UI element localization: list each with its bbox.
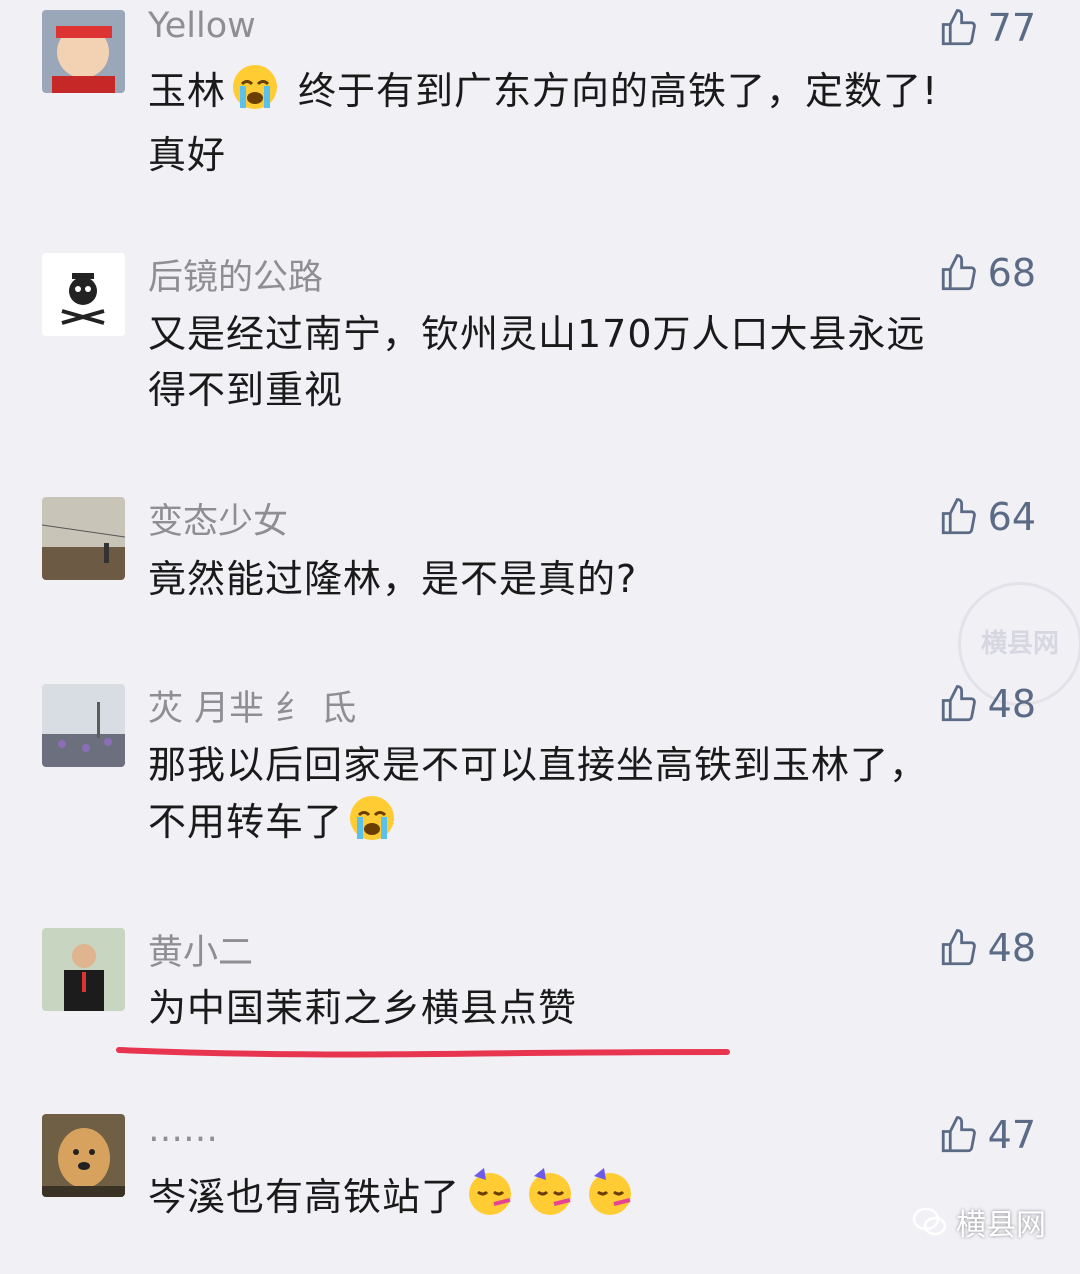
comment-text: 玉林 终于有到广东方向的高铁了，定数了! 真好 [148, 62, 1038, 183]
highlight-underline [116, 1047, 730, 1058]
avatar[interactable] [42, 928, 125, 1011]
partying-face-emoji [464, 1166, 516, 1233]
like-button[interactable]: 48 [938, 926, 1036, 970]
avatar[interactable] [42, 10, 125, 93]
avatar[interactable] [42, 684, 125, 767]
like-button[interactable]: 48 [938, 682, 1036, 726]
thumbs-up-icon [941, 685, 976, 722]
thumbs-up-icon [941, 254, 976, 291]
comment-text: 又是经过南宁，钦州灵山170万人口大县永远 得不到重视 [148, 312, 926, 412]
comment-text: 岑溪也有高铁站了 [148, 1166, 1038, 1233]
loudly-crying-face-emoji [230, 62, 280, 127]
like-button[interactable]: 68 [938, 251, 1036, 295]
avatar[interactable] [42, 1114, 125, 1197]
like-count: 68 [987, 251, 1036, 295]
partying-face-emoji [584, 1166, 636, 1233]
like-count: 48 [987, 926, 1036, 970]
brand-watermark: 横县网 [912, 1200, 1046, 1244]
username[interactable]: 变态少女 [148, 493, 288, 544]
username[interactable]: Yellow [148, 6, 256, 46]
avatar[interactable] [42, 497, 125, 580]
like-button[interactable]: 47 [938, 1113, 1036, 1157]
partying-face-emoji [524, 1166, 576, 1233]
username[interactable]: 苂 月芈 纟 氐 [148, 680, 356, 731]
username[interactable]: 后镜的公路 [148, 249, 323, 300]
comment-text: 为中国茉莉之乡横县点赞 [148, 986, 578, 1030]
username[interactable]: 黄小二 [148, 924, 253, 975]
like-count: 48 [987, 682, 1036, 726]
thumbs-up-icon [941, 9, 976, 46]
thumbs-up-icon [941, 498, 976, 535]
like-button[interactable]: 64 [938, 495, 1036, 539]
loudly-crying-face-emoji [347, 793, 397, 858]
like-count: 64 [987, 495, 1036, 539]
wechat-icon [912, 1207, 947, 1236]
thumbs-up-icon [941, 929, 976, 966]
brand-name: 横县网 [956, 1208, 1046, 1243]
like-count: 77 [987, 6, 1036, 50]
username[interactable]: …… [148, 1110, 218, 1150]
avatar[interactable] [42, 253, 125, 336]
like-button[interactable]: 77 [938, 6, 1036, 50]
like-count: 47 [987, 1113, 1036, 1157]
comment-text: 那我以后回家是不可以直接坐高铁到玉林了， 不用转车了 [148, 737, 1038, 858]
comment-text: 竟然能过隆林，是不是真的? [148, 557, 638, 601]
thumbs-up-icon [941, 1116, 976, 1153]
